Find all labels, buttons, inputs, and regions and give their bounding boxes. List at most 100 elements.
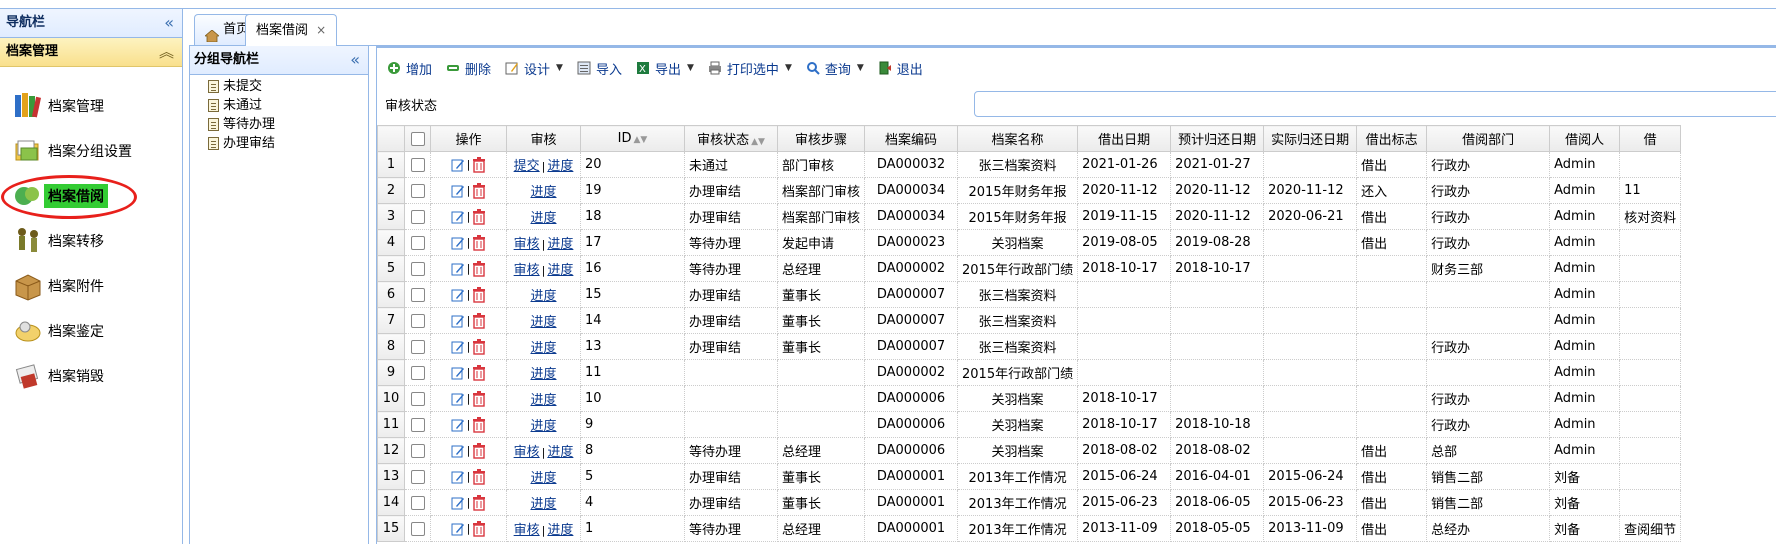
delete-icon[interactable] — [472, 156, 486, 173]
row-checkbox[interactable] — [410, 417, 425, 432]
audit-link[interactable]: 审核 — [514, 237, 540, 252]
delete-icon[interactable] — [472, 286, 486, 303]
audit-status-input[interactable] — [974, 91, 1776, 117]
edit-icon[interactable] — [451, 314, 465, 328]
table-row[interactable]: 6 | 进度 15 办理审结 董事长 DA000007 张三档案资料 Admin — [377, 281, 1682, 308]
row-select-cell[interactable] — [404, 515, 431, 542]
progress-link[interactable]: 进度 — [547, 523, 573, 538]
edit-icon[interactable] — [451, 392, 465, 406]
row-checkbox[interactable] — [410, 157, 425, 172]
row-checkbox[interactable] — [410, 235, 425, 250]
row-select-cell[interactable] — [404, 255, 431, 282]
progress-link[interactable]: 进度 — [530, 393, 556, 408]
progress-link[interactable]: 进度 — [547, 159, 573, 174]
nav-item-archive-manage[interactable]: 档案管理 — [0, 83, 182, 128]
delete-icon[interactable] — [472, 338, 486, 355]
table-row[interactable]: 1 | 提交 | 进度 20 未通过 部门审核 DA000032 张三档案资料 2021-01-26… — [377, 151, 1682, 178]
row-checkbox[interactable] — [410, 339, 425, 354]
row-checkbox[interactable] — [410, 365, 425, 380]
edit-icon[interactable] — [451, 262, 465, 276]
edit-icon[interactable] — [451, 340, 465, 354]
delete-icon[interactable] — [472, 468, 486, 485]
table-row[interactable]: 12 | 审核 | 进度 8 等待办理 总经理 DA000006 关羽档案 2018-08-02 20… — [377, 437, 1682, 464]
edit-icon[interactable] — [451, 184, 465, 198]
progress-link[interactable]: 进度 — [547, 263, 573, 278]
delete-icon[interactable] — [472, 260, 486, 277]
delete-icon[interactable] — [472, 494, 486, 511]
edit-icon[interactable] — [451, 522, 465, 536]
table-row[interactable]: 2 | 进度 19 办理审结 档案部门审核 DA000034 2015年财务年报 2020-11… — [377, 177, 1682, 204]
row-select-cell[interactable] — [404, 411, 431, 438]
row-select-cell[interactable] — [404, 177, 431, 204]
row-select-cell[interactable] — [404, 307, 431, 334]
table-row[interactable]: 11 | 进度 9 DA000006 关羽档案 2018-10-17 2018-10-18 行政… — [377, 411, 1682, 438]
design-button[interactable]: 设计 ▼ — [505, 59, 563, 78]
progress-link[interactable]: 进度 — [530, 341, 556, 356]
row-select-cell[interactable] — [404, 203, 431, 230]
edit-icon[interactable] — [451, 470, 465, 484]
tree-node-pending[interactable]: 等待办理 — [208, 115, 368, 134]
progress-link[interactable]: 进度 — [547, 445, 573, 460]
col-header-id[interactable]: ID ▲▼ — [580, 125, 685, 152]
table-row[interactable]: 7 | 进度 14 办理审结 董事长 DA000007 张三档案资料 Admin — [377, 307, 1682, 334]
table-row[interactable]: 10 | 进度 10 DA000006 关羽档案 2018-10-17 行政办 Admin — [377, 385, 1682, 412]
table-row[interactable]: 9 | 进度 11 DA000002 2015年行政部门绩 Admin — [377, 359, 1682, 386]
tab-archive-borrow[interactable]: 档案借阅 × — [245, 14, 338, 46]
add-button[interactable]: 增加 — [387, 59, 432, 78]
collapse-up-icon[interactable]: ︽ — [159, 38, 174, 66]
row-checkbox[interactable] — [410, 287, 425, 302]
delete-icon[interactable] — [472, 442, 486, 459]
row-select-cell[interactable] — [404, 385, 431, 412]
collapse-group-icon[interactable]: « — [350, 46, 360, 74]
table-row[interactable]: 3 | 进度 18 办理审结 档案部门审核 DA000034 2015年财务年报 2019-11… — [377, 203, 1682, 230]
row-checkbox[interactable] — [410, 209, 425, 224]
select-all-checkbox[interactable] — [410, 131, 425, 146]
table-row[interactable]: 5 | 审核 | 进度 16 等待办理 总经理 DA000002 2015年行政部门绩 2018-1… — [377, 255, 1682, 282]
row-select-cell[interactable] — [404, 359, 431, 386]
nav-item-group-settings[interactable]: 档案分组设置 — [0, 128, 182, 173]
edit-icon[interactable] — [451, 444, 465, 458]
nav-group-header[interactable]: 档案管理 ︽ — [0, 38, 182, 67]
row-select-cell[interactable] — [404, 151, 431, 178]
select-all-header[interactable] — [404, 125, 431, 152]
nav-item-archive-transfer[interactable]: 档案转移 — [0, 218, 182, 263]
tree-node-rejected[interactable]: 未通过 — [208, 96, 368, 115]
row-checkbox[interactable] — [410, 443, 425, 458]
audit-link[interactable]: 审核 — [514, 263, 540, 278]
delete-icon[interactable] — [472, 390, 486, 407]
edit-icon[interactable] — [451, 366, 465, 380]
table-row[interactable]: 4 | 审核 | 进度 17 等待办理 发起申请 DA000023 关羽档案 2019-08-05 2… — [377, 229, 1682, 256]
row-select-cell[interactable] — [404, 281, 431, 308]
delete-button[interactable]: 删除 — [446, 59, 491, 78]
row-select-cell[interactable] — [404, 229, 431, 256]
progress-link[interactable]: 进度 — [530, 211, 556, 226]
nav-item-archive-attachment[interactable]: 档案附件 — [0, 263, 182, 308]
delete-icon[interactable] — [472, 364, 486, 381]
nav-item-archive-borrow[interactable]: 档案借阅 — [0, 173, 182, 219]
progress-link[interactable]: 进度 — [530, 315, 556, 330]
progress-link[interactable]: 进度 — [530, 419, 556, 434]
collapse-left-icon[interactable]: « — [164, 9, 174, 37]
table-row[interactable]: 14 | 进度 4 办理审结 董事长 DA000001 2013年工作情况 2015-06-23… — [377, 489, 1682, 516]
table-row[interactable]: 8 | 进度 13 办理审结 董事长 DA000007 张三档案资料 行政办 Admin — [377, 333, 1682, 360]
audit-link[interactable]: 审核 — [514, 445, 540, 460]
row-select-cell[interactable] — [404, 437, 431, 464]
tree-node-unsubmitted[interactable]: 未提交 — [208, 77, 368, 96]
nav-item-archive-appraisal[interactable]: 档案鉴定 — [0, 308, 182, 353]
progress-link[interactable]: 进度 — [530, 367, 556, 382]
print-selected-button[interactable]: 打印选中 ▼ — [708, 59, 792, 78]
delete-icon[interactable] — [472, 208, 486, 225]
table-row[interactable]: 13 | 进度 5 办理审结 董事长 DA000001 2013年工作情况 2015-06-24… — [377, 463, 1682, 490]
delete-icon[interactable] — [472, 312, 486, 329]
progress-link[interactable]: 进度 — [530, 497, 556, 512]
delete-icon[interactable] — [472, 520, 486, 537]
row-checkbox[interactable] — [410, 521, 425, 536]
export-button[interactable]: X 导出 ▼ — [636, 59, 694, 78]
tree-node-completed[interactable]: 办理审结 — [208, 134, 368, 153]
row-select-cell[interactable] — [404, 489, 431, 516]
progress-link[interactable]: 进度 — [547, 237, 573, 252]
edit-icon[interactable] — [451, 158, 465, 172]
row-checkbox[interactable] — [410, 469, 425, 484]
row-checkbox[interactable] — [410, 495, 425, 510]
edit-icon[interactable] — [451, 288, 465, 302]
